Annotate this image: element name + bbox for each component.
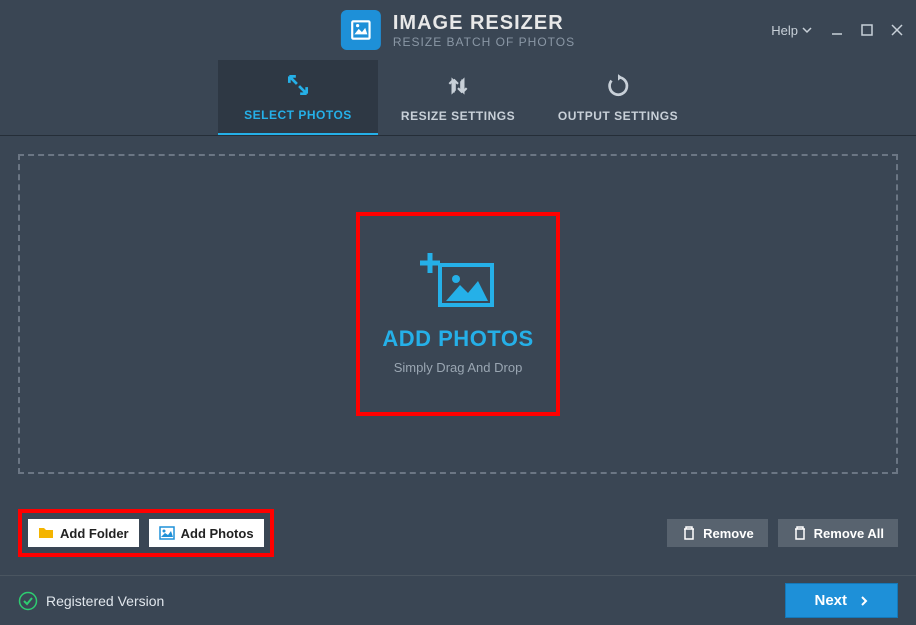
toolbar: Add Folder Add Photos Remove Remove All [18, 509, 898, 557]
add-photos-title: ADD PHOTOS [382, 326, 533, 352]
tab-label: OUTPUT SETTINGS [558, 109, 678, 123]
drop-zone[interactable]: ADD PHOTOS Simply Drag And Drop [18, 154, 898, 474]
footer: Registered Version Next [0, 575, 916, 625]
add-photos-box[interactable]: ADD PHOTOS Simply Drag And Drop [356, 212, 560, 416]
button-label: Next [814, 592, 847, 609]
refresh-icon [605, 73, 631, 99]
tab-bar: SELECT PHOTOS RESIZE SETTINGS OUTPUT SET… [0, 60, 916, 136]
status-label: Registered Version [46, 593, 164, 609]
chevron-right-icon [859, 596, 869, 606]
chevron-down-icon [802, 25, 812, 35]
button-label: Remove [703, 526, 754, 541]
trash-icon [792, 525, 808, 541]
button-label: Remove All [814, 526, 884, 541]
tab-label: RESIZE SETTINGS [401, 109, 515, 123]
app-logo-icon [341, 10, 381, 50]
button-label: Add Photos [181, 526, 254, 541]
tab-resize-settings[interactable]: RESIZE SETTINGS [378, 60, 538, 135]
folder-icon [38, 525, 54, 541]
check-circle-icon [18, 591, 38, 611]
help-label: Help [771, 23, 798, 38]
help-menu[interactable]: Help [771, 23, 812, 38]
add-folder-button[interactable]: Add Folder [28, 519, 139, 547]
close-button[interactable] [890, 23, 904, 37]
add-photos-button[interactable]: Add Photos [149, 519, 264, 547]
remove-button[interactable]: Remove [667, 519, 768, 547]
toolbar-left-highlight: Add Folder Add Photos [18, 509, 274, 557]
registration-status: Registered Version [18, 591, 164, 611]
titlebar: IMAGE RESIZER RESIZE BATCH OF PHOTOS Hel… [0, 0, 916, 60]
button-label: Add Folder [60, 526, 129, 541]
tab-output-settings[interactable]: OUTPUT SETTINGS [538, 60, 698, 135]
tab-select-photos[interactable]: SELECT PHOTOS [218, 60, 378, 135]
trash-icon [681, 525, 697, 541]
content-area: ADD PHOTOS Simply Drag And Drop Add Fold… [0, 136, 916, 575]
add-photos-subtitle: Simply Drag And Drop [394, 360, 523, 375]
resize-handles-icon [445, 73, 471, 99]
app-subtitle: RESIZE BATCH OF PHOTOS [393, 35, 575, 49]
maximize-button[interactable] [860, 23, 874, 37]
tab-label: SELECT PHOTOS [244, 108, 352, 122]
app-title: IMAGE RESIZER [393, 12, 575, 35]
next-button[interactable]: Next [785, 583, 898, 618]
image-icon [159, 525, 175, 541]
add-image-icon [418, 253, 498, 318]
minimize-button[interactable] [830, 23, 844, 37]
expand-arrows-icon [285, 72, 311, 98]
remove-all-button[interactable]: Remove All [778, 519, 898, 547]
